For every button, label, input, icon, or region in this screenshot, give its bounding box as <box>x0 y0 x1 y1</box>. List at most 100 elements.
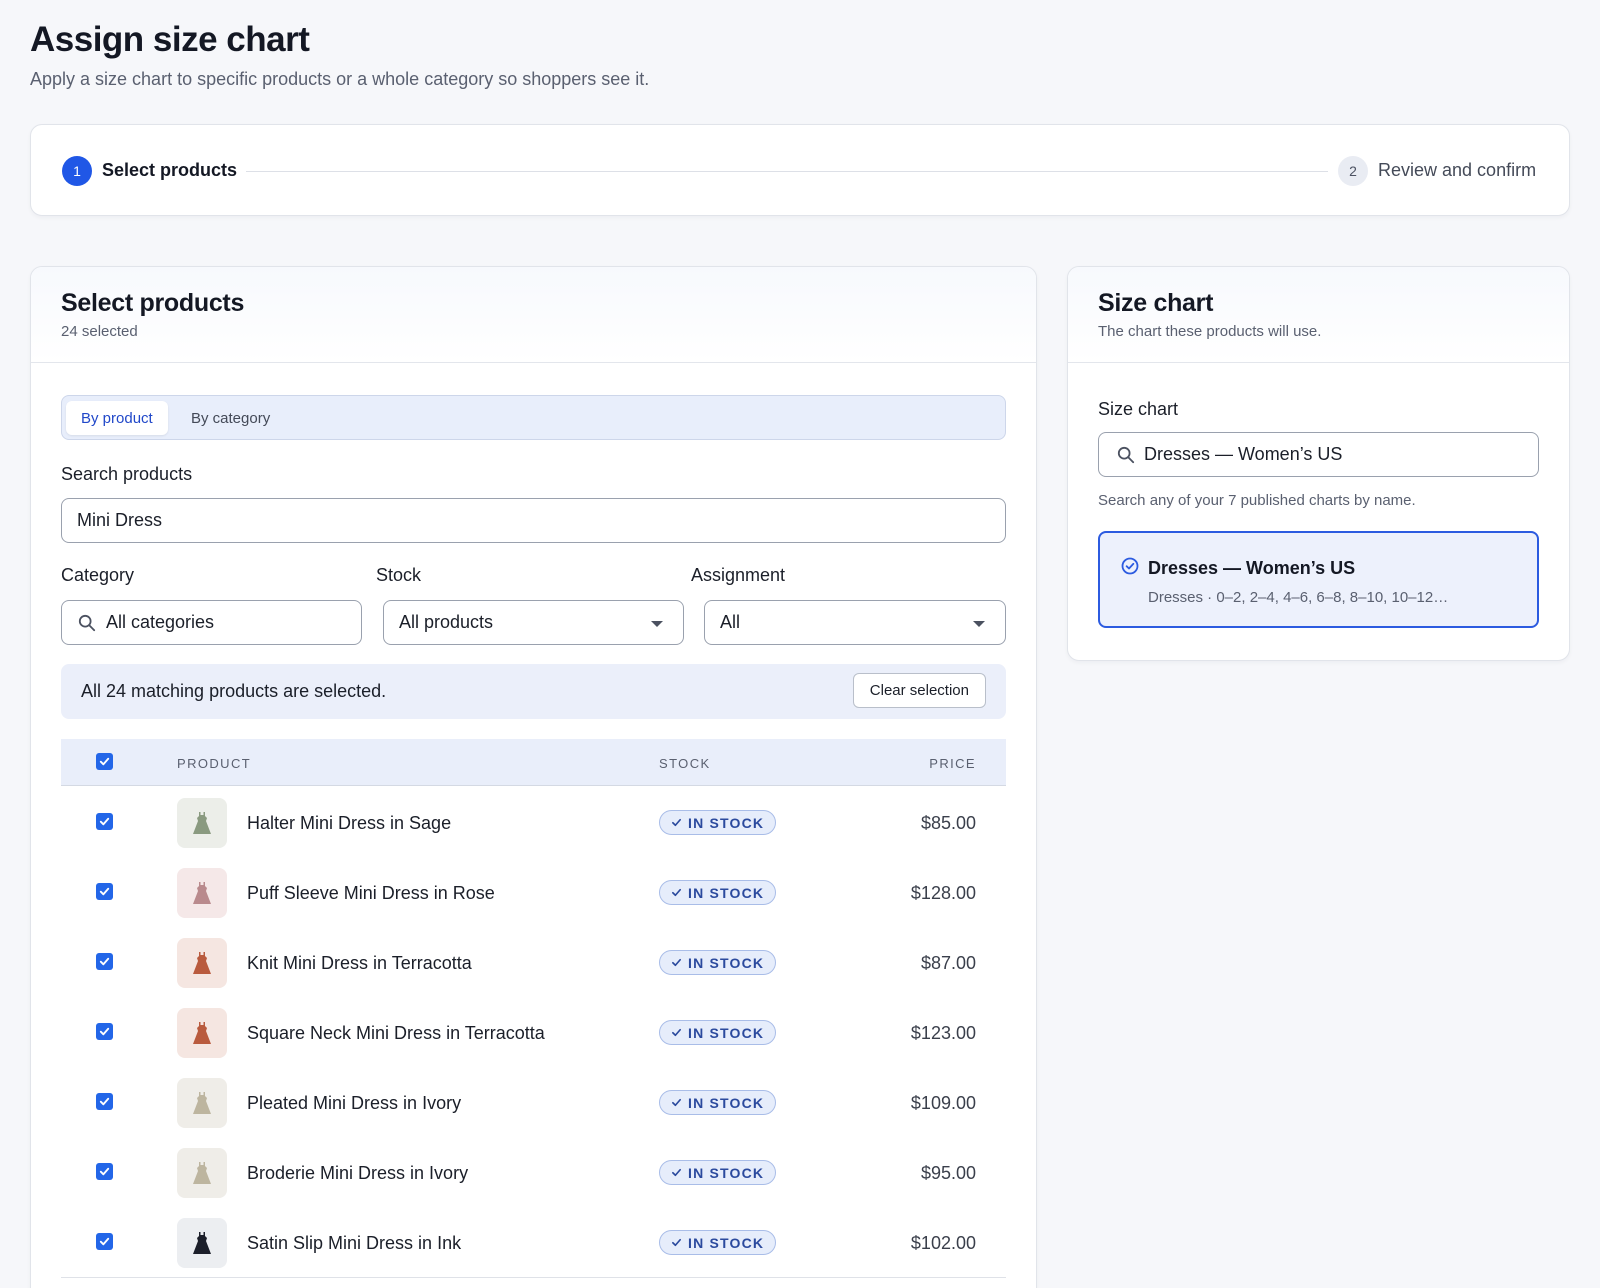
card-title: Select products <box>61 289 245 317</box>
checkbox-check-icon <box>99 1237 110 1246</box>
stock-badge-label: IN STOCK <box>688 1024 765 1041</box>
product-name[interactable]: Square Neck Mini Dress in Terracotta <box>247 1023 545 1044</box>
product-price: $102.00 <box>910 1233 976 1253</box>
page-title: Assign size chart <box>30 20 310 59</box>
product-name[interactable]: Pleated Mini Dress in Ivory <box>247 1093 461 1114</box>
search-products-label: Search products <box>61 464 193 484</box>
search-products-input[interactable]: Mini Dress <box>61 498 1006 543</box>
category-select-value: All categories <box>106 612 215 632</box>
product-price: $123.00 <box>910 1023 976 1043</box>
product-thumbnail <box>177 1148 227 1198</box>
check-icon <box>672 958 681 967</box>
stock-badge: IN STOCK <box>659 950 777 975</box>
stock-badge-label: IN STOCK <box>688 954 765 971</box>
product-name[interactable]: Broderie Mini Dress in Ivory <box>247 1163 468 1184</box>
page-subtitle: Apply a size chart to specific products … <box>30 69 650 89</box>
stock-badge-label: IN STOCK <box>688 814 765 831</box>
product-price: $128.00 <box>910 883 976 903</box>
select-products-card: Select products 24 selected By product B… <box>30 266 1037 1288</box>
checkbox-check-icon <box>99 1167 110 1176</box>
checkbox-check-icon <box>99 887 110 896</box>
step-1-label[interactable]: Select products <box>102 160 237 181</box>
table-row[interactable]: Satin Slip Mini Dress in Ink IN STOCK $102… <box>61 1207 1006 1278</box>
stock-badge: IN STOCK <box>659 810 777 835</box>
assignment-select-value: All <box>720 612 741 632</box>
product-thumbnail <box>177 1008 227 1058</box>
product-name[interactable]: Knit Mini Dress in Terracotta <box>247 953 472 974</box>
row-checkbox[interactable] <box>96 1023 113 1040</box>
column-price[interactable]: PRICE <box>929 756 976 771</box>
size-chart-option-title: Dresses — Women’s US <box>1148 558 1356 578</box>
table-row[interactable]: Pleated Mini Dress in Ivory IN STOCK $109.… <box>61 1067 1006 1138</box>
check-icon <box>672 888 681 897</box>
product-price: $109.00 <box>910 1093 976 1113</box>
product-name[interactable]: Satin Slip Mini Dress in Ink <box>247 1233 461 1254</box>
row-checkbox[interactable] <box>96 953 113 970</box>
step-connector <box>246 171 1328 172</box>
table-row[interactable]: Puff Sleeve Mini Dress in Rose IN STOCK $1… <box>61 857 1006 928</box>
product-thumbnail <box>177 1078 227 1128</box>
dress-icon <box>193 1022 211 1044</box>
selected-count: 24 selected <box>61 323 138 340</box>
caret-down-icon <box>651 621 663 627</box>
dress-icon <box>193 1092 211 1114</box>
selection-banner: All 24 matching products are selected. C… <box>61 664 1006 719</box>
size-chart-search-input[interactable]: Dresses — Women’s US <box>1098 432 1539 477</box>
assignment-select[interactable]: All <box>704 600 1006 645</box>
size-chart-help-text: Search any of your 7 published charts by… <box>1098 492 1416 509</box>
stock-badge: IN STOCK <box>659 1230 777 1255</box>
row-checkbox[interactable] <box>96 1233 113 1250</box>
table-row[interactable]: Square Neck Mini Dress in Terracotta IN S… <box>61 997 1006 1068</box>
check-icon <box>672 1098 681 1107</box>
row-checkbox[interactable] <box>96 813 113 830</box>
stock-badge: IN STOCK <box>659 880 777 905</box>
assignment-label: Assignment <box>691 565 786 585</box>
card-subtitle: The chart these products will use. <box>1098 323 1322 340</box>
clear-selection-button[interactable]: Clear selection <box>852 673 986 708</box>
tab-by-category[interactable]: By category <box>176 401 285 435</box>
product-thumbnail <box>177 938 227 988</box>
table-row[interactable]: Knit Mini Dress in Terracotta IN STOCK $87… <box>61 927 1006 998</box>
product-name[interactable]: Puff Sleeve Mini Dress in Rose <box>247 883 495 904</box>
size-chart-label: Size chart <box>1098 399 1179 419</box>
card-header: Select products 24 selected <box>31 267 1036 363</box>
checkbox-check-icon <box>99 1097 110 1106</box>
column-product[interactable]: PRODUCT <box>177 756 251 771</box>
stock-badge: IN STOCK <box>659 1020 777 1045</box>
category-select[interactable]: All categories <box>61 600 362 645</box>
dress-icon <box>193 882 211 904</box>
table-header: PRODUCT STOCK PRICE <box>61 739 1006 786</box>
caret-down-icon <box>973 621 985 627</box>
row-checkbox[interactable] <box>96 1093 113 1110</box>
selection-banner-text: All 24 matching products are selected. <box>81 681 387 701</box>
search-icon <box>1117 446 1135 464</box>
select-all-checkbox[interactable] <box>96 753 113 770</box>
check-icon <box>672 1238 681 1247</box>
dress-icon <box>193 1232 211 1254</box>
checkbox-check-icon <box>99 757 110 766</box>
step-2-number[interactable]: 2 <box>1338 156 1368 186</box>
row-checkbox[interactable] <box>96 1163 113 1180</box>
product-price: $87.00 <box>920 953 976 973</box>
check-icon <box>672 818 681 827</box>
step-1-number[interactable]: 1 <box>62 156 92 186</box>
tab-by-product[interactable]: By product <box>66 401 168 435</box>
selected-size-chart-option[interactable]: Dresses — Women’s US Dresses · 0–2, 2–4,… <box>1098 531 1539 628</box>
dress-icon <box>193 1162 211 1184</box>
row-checkbox[interactable] <box>96 883 113 900</box>
stepper: 1 Select products 2 Review and confirm <box>30 124 1570 216</box>
selection-mode-tabs: By product By category <box>61 395 1006 440</box>
stock-label: Stock <box>376 565 422 585</box>
table-row[interactable]: Broderie Mini Dress in Ivory IN STOCK $95.… <box>61 1137 1006 1208</box>
step-2-label[interactable]: Review and confirm <box>1378 160 1536 181</box>
column-stock[interactable]: STOCK <box>659 756 711 771</box>
size-chart-card: Size chart The chart these products will… <box>1067 266 1570 661</box>
search-icon <box>78 614 96 632</box>
checkbox-check-icon <box>99 817 110 826</box>
product-thumbnail <box>177 868 227 918</box>
table-row[interactable]: Halter Mini Dress in Sage IN STOCK $85.00 <box>61 787 1006 858</box>
stock-select[interactable]: All products <box>383 600 684 645</box>
size-chart-option-detail: Dresses · 0–2, 2–4, 4–6, 6–8, 8–10, 10–1… <box>1148 589 1449 606</box>
product-price: $95.00 <box>920 1163 976 1183</box>
product-name[interactable]: Halter Mini Dress in Sage <box>247 813 451 834</box>
